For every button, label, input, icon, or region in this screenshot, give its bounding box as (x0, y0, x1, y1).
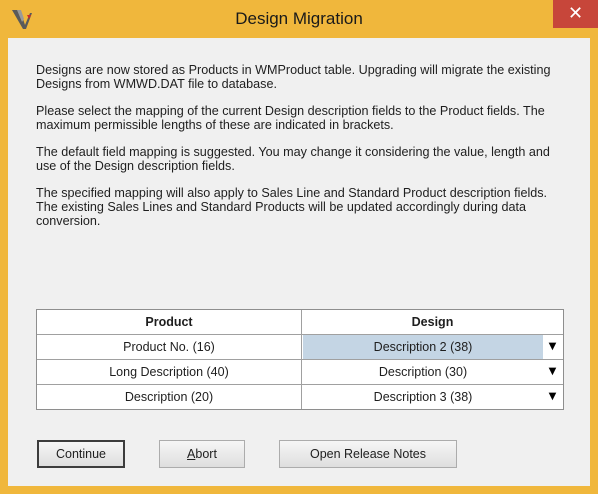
dropdown-arrow-icon: ▼ (548, 391, 557, 402)
column-header-design: Design (411, 315, 454, 329)
continue-button[interactable]: Continue (37, 440, 125, 468)
product-field-cell: Long Description (40) (37, 360, 302, 384)
mapping-row-description: Description (20) Description 3 (38) ▼ (37, 385, 563, 410)
intro-paragraph-mapping: Please select the mapping of the current… (36, 104, 545, 132)
intro-text: Designs are now stored as Products in WM… (36, 63, 566, 241)
dialog-body: Designs are now stored as Products in WM… (8, 38, 590, 486)
abort-label: bort (195, 447, 217, 461)
field-mapping-grid: Product Design Product No. (16) Descript… (36, 309, 564, 410)
window-title: Design Migration (235, 9, 363, 28)
product-field-cell: Product No. (16) (37, 335, 302, 359)
mapping-row-product-no: Product No. (16) Description 2 (38) ▼ (37, 335, 563, 360)
mapping-row-long-description: Long Description (40) Description (30) ▼ (37, 360, 563, 385)
dropdown-button[interactable]: ▼ (544, 363, 561, 381)
intro-paragraph-sales-lines: The specified mapping will also apply to… (36, 186, 548, 228)
dropdown-arrow-icon: ▼ (548, 366, 557, 377)
dropdown-button[interactable]: ▼ (544, 338, 561, 356)
intro-paragraph-storage: Designs are now stored as Products in WM… (36, 63, 551, 91)
abort-button[interactable]: Abort (159, 440, 245, 468)
open-release-notes-button[interactable]: Open Release Notes (279, 440, 457, 468)
design-field-select[interactable]: Description 2 (38) (303, 335, 543, 359)
design-field-select[interactable]: Description 3 (38) (303, 385, 543, 409)
grid-header: Product Design (37, 310, 563, 335)
dropdown-button[interactable]: ▼ (544, 388, 561, 406)
close-icon: ✕ (567, 3, 584, 24)
title-bar[interactable]: Design Migration ✕ (0, 0, 598, 38)
close-button[interactable]: ✕ (553, 0, 598, 28)
product-field-cell: Description (20) (37, 385, 302, 409)
dropdown-arrow-icon: ▼ (548, 341, 557, 352)
column-header-product: Product (37, 310, 302, 334)
design-field-select[interactable]: Description (30) (303, 360, 543, 384)
dialog-window: Design Migration ✕ Designs are now store… (0, 0, 598, 494)
intro-paragraph-default: The default field mapping is suggested. … (36, 145, 550, 173)
